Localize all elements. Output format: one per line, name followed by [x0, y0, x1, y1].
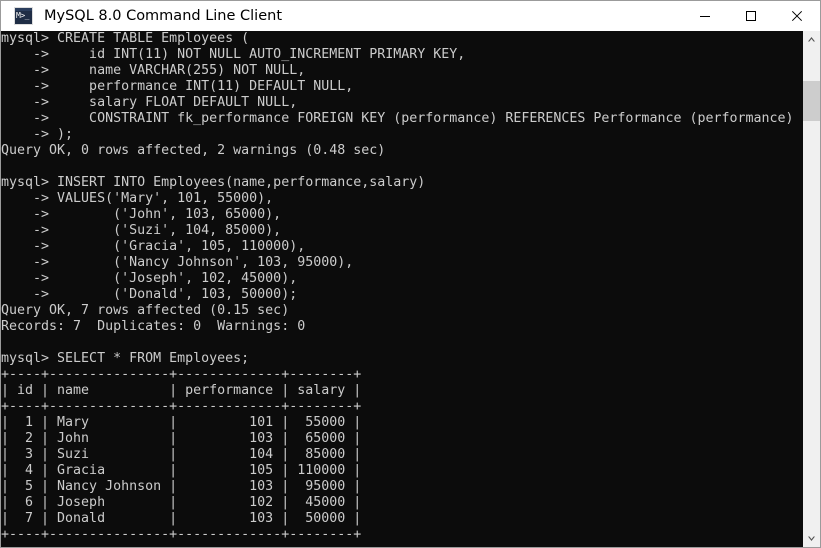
terminal-line: | 1 | Mary | 101 | 55000 | — [1, 415, 362, 430]
terminal-line: | 4 | Gracia | 105 | 110000 | — [1, 463, 362, 478]
icon-prompt-glyph: M>_ — [16, 11, 29, 20]
title-bar-left: M>_ MySQL 8.0 Command Line Client — [1, 7, 282, 25]
terminal-line: -> name VARCHAR(255) NOT NULL, — [1, 63, 306, 78]
title-bar[interactable]: M>_ MySQL 8.0 Command Line Client — [1, 1, 820, 31]
terminal-line: | 7 | Donald | 103 | 50000 | — [1, 511, 362, 526]
window-controls — [682, 1, 820, 31]
terminal-line: +----+---------------+-------------+----… — [1, 399, 362, 414]
terminal-line: | 3 | Suzi | 104 | 85000 | — [1, 447, 362, 462]
terminal-line: -> ('Joseph', 102, 45000), — [1, 271, 298, 286]
terminal-line: Records: 7 Duplicates: 0 Warnings: 0 — [1, 319, 306, 334]
scrollbar-track[interactable] — [803, 48, 820, 530]
terminal-line: | id | name | performance | salary | — [1, 383, 362, 398]
terminal-line: mysql> SELECT * FROM Employees; — [1, 351, 250, 366]
terminal-line: -> id INT(11) NOT NULL AUTO_INCREMENT PR… — [1, 47, 466, 62]
terminal-line: -> ('Suzi', 104, 85000), — [1, 223, 282, 238]
terminal-line: +----+---------------+-------------+----… — [1, 367, 362, 382]
terminal-line: -> ('John', 103, 65000), — [1, 207, 282, 222]
terminal-line: -> performance INT(11) DEFAULT NULL, — [1, 79, 354, 94]
scrollbar-thumb[interactable] — [803, 81, 820, 121]
terminal-line: -> ('Donald', 103, 50000); — [1, 287, 298, 302]
terminal-line: -> ('Nancy Johnson', 103, 95000), — [1, 255, 354, 270]
vertical-scrollbar[interactable] — [802, 31, 820, 547]
terminal-line: Query OK, 0 rows affected, 2 warnings (0… — [1, 143, 386, 158]
terminal-line: -> VALUES('Mary', 101, 55000), — [1, 191, 274, 206]
terminal-output[interactable]: mysql> CREATE TABLE Employees ( -> id IN… — [1, 31, 802, 547]
terminal-line: mysql> INSERT INTO Employees(name,perfor… — [1, 175, 426, 190]
window-title: MySQL 8.0 Command Line Client — [44, 8, 283, 24]
terminal-line: Query OK, 7 rows affected (0.15 sec) — [1, 303, 290, 318]
terminal-line: | 5 | Nancy Johnson | 103 | 95000 | — [1, 479, 362, 494]
maximize-button[interactable] — [728, 1, 774, 31]
console-area: mysql> CREATE TABLE Employees ( -> id IN… — [1, 31, 820, 547]
close-button[interactable] — [774, 1, 820, 31]
terminal-line: -> ('Gracia', 105, 110000), — [1, 239, 306, 254]
scroll-up-arrow[interactable] — [803, 31, 820, 48]
mysql-command-line-window: M>_ MySQL 8.0 Command Line Client mysql>… — [0, 0, 821, 548]
mysql-console-icon: M>_ — [14, 7, 33, 25]
terminal-line: -> ); — [1, 127, 74, 142]
terminal-line: +----+---------------+-------------+----… — [1, 527, 362, 542]
terminal-line: -> CONSTRAINT fk_performance FOREIGN KEY… — [1, 111, 794, 126]
terminal-line: mysql> CREATE TABLE Employees ( — [1, 31, 250, 46]
scroll-down-arrow[interactable] — [803, 530, 820, 547]
minimize-button[interactable] — [682, 1, 728, 31]
terminal-line: -> salary FLOAT DEFAULT NULL, — [1, 95, 298, 110]
terminal-line: | 2 | John | 103 | 65000 | — [1, 431, 362, 446]
terminal-line: | 6 | Joseph | 102 | 45000 | — [1, 495, 362, 510]
